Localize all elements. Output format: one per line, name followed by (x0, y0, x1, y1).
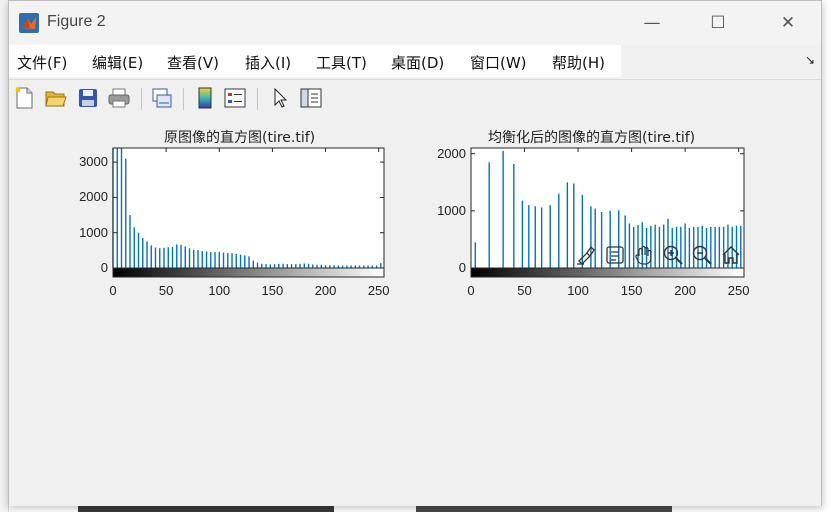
x-tick-label: 200 (314, 283, 337, 298)
menu-help[interactable]: 帮助(H) (552, 52, 605, 73)
x-tick-label: 50 (517, 283, 532, 298)
menu-edit[interactable]: 编辑(E) (92, 52, 143, 73)
x-tick-label: 0 (109, 283, 117, 298)
insert-colorbar-icon[interactable] (192, 84, 218, 112)
zoom-in-icon[interactable] (658, 241, 687, 269)
figure-toolbar (9, 79, 821, 120)
menu-file[interactable]: 文件(F) (17, 52, 67, 73)
x-tick-label: 150 (620, 283, 643, 298)
zoom-out-icon[interactable] (687, 241, 716, 269)
x-tick-label: 200 (674, 283, 696, 298)
toolbar-separator (141, 88, 142, 110)
menu-tools[interactable]: 工具(T) (316, 52, 367, 73)
edit-plot-icon[interactable] (267, 84, 293, 112)
y-tick-label: 1000 (79, 224, 108, 240)
y-tick-label: 0 (100, 260, 108, 275)
maximize-icon: ☐ (710, 13, 726, 33)
brush-icon[interactable] (571, 241, 600, 269)
y-tick-label: 1000 (437, 202, 466, 218)
menu-bar: 文件(F) 编辑(E) 查看(V) 插入(I) 工具(T) 桌面(D) 窗口(W… (9, 45, 821, 77)
plot-area (113, 148, 384, 268)
x-tick-label: 100 (567, 283, 589, 298)
pan-icon[interactable] (629, 241, 658, 269)
save-icon[interactable] (75, 84, 101, 112)
toolbar-separator (257, 88, 258, 110)
x-tick-label: 50 (158, 283, 174, 298)
close-button[interactable]: ✕ (765, 7, 811, 39)
property-inspector-icon[interactable] (298, 84, 324, 112)
new-figure-icon[interactable] (11, 84, 37, 112)
x-tick-label: 150 (261, 283, 284, 298)
insert-legend-icon[interactable] (222, 84, 248, 112)
menu-view[interactable]: 查看(V) (167, 52, 219, 73)
open-file-icon[interactable] (43, 84, 69, 112)
print-icon[interactable] (106, 84, 132, 112)
restore-view-icon[interactable] (716, 241, 745, 269)
x-tick-label: 250 (727, 283, 750, 298)
y-tick-label: 2000 (79, 189, 108, 205)
minimize-button[interactable]: — (629, 7, 675, 39)
figure-canvas: 原图像的直方图(tire.tif) 均衡化后的图像的直方图(tire.tif) … (9, 120, 821, 506)
dock-arrow-icon[interactable]: ↘ (805, 53, 815, 67)
matlab-icon (19, 13, 39, 33)
y-tick-label: 2000 (437, 145, 466, 161)
menu-window[interactable]: 窗口(W) (470, 52, 527, 73)
x-tick-label: 100 (208, 283, 231, 298)
figure-window: Figure 2 — ☐ ✕ 文件(F) 编辑(E) 查看(V) 插入(I) 工… (8, 0, 822, 506)
maximize-button[interactable]: ☐ (695, 7, 741, 39)
link-plot-icon[interactable] (149, 84, 175, 112)
title-bar[interactable]: Figure 2 — ☐ ✕ (9, 1, 821, 45)
window-title: Figure 2 (47, 13, 106, 30)
axes2-title: 均衡化后的图像的直方图(tire.tif) (488, 130, 696, 146)
x-tick-label: 0 (467, 283, 475, 298)
gray-colorbar (112, 267, 385, 278)
axes1[interactable] (112, 147, 389, 282)
minimize-icon: — (643, 13, 661, 33)
x-tick-label: 250 (367, 283, 390, 298)
y-tick-label: 3000 (79, 154, 108, 170)
data-tips-icon[interactable] (600, 241, 629, 269)
toolbar-separator (183, 88, 184, 110)
axes-toolbar (571, 241, 747, 269)
menu-insert[interactable]: 插入(I) (245, 52, 291, 73)
y-tick-label: 0 (458, 260, 466, 275)
menu-desktop[interactable]: 桌面(D) (391, 52, 444, 73)
axes1-title: 原图像的直方图(tire.tif) (164, 130, 316, 146)
gray-colorbar (470, 267, 745, 278)
close-icon: ✕ (780, 13, 796, 33)
